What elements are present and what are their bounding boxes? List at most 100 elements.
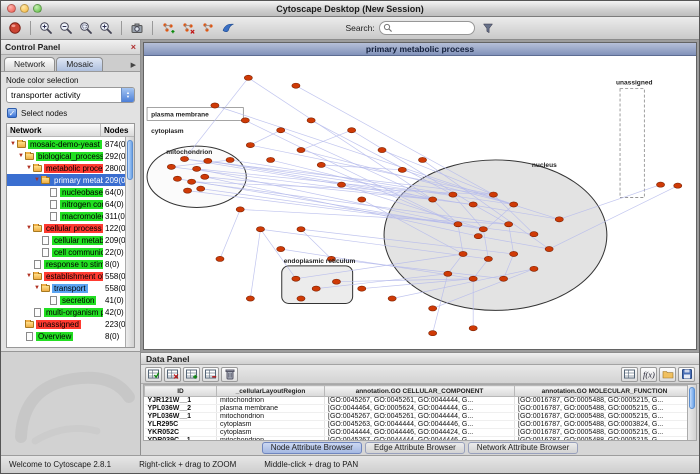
tree-item-cell-communicat[interactable]: cell communicat22(0) <box>7 246 134 258</box>
zoom-in-icon[interactable] <box>37 19 55 37</box>
table-cell[interactable]: YPL036W__1 <box>145 413 217 421</box>
table-cell[interactable]: mitochondrion <box>217 437 325 442</box>
table-cell[interactable]: [GO:0044444, GO:0044446, GO:0044424, G..… <box>325 429 515 437</box>
tree-item-cellular-metabo[interactable]: cellular metabo209(0) <box>7 234 134 246</box>
table-row[interactable]: YPL036W__2plasma membrane[GO:0044464, GO… <box>145 405 695 413</box>
network-node[interactable] <box>429 197 437 202</box>
expand-arrow-icon[interactable]: ▼ <box>25 273 33 279</box>
network-node[interactable] <box>188 179 196 184</box>
tree-item-transport[interactable]: ▼transport558(0) <box>7 282 134 294</box>
select-all-attributes-icon[interactable] <box>145 367 162 382</box>
network-node[interactable] <box>204 158 212 163</box>
table-cell[interactable]: plasma membrane <box>217 405 325 413</box>
table-cell[interactable]: mitochondrion <box>217 397 325 405</box>
table-cell[interactable]: [GO:0016787, GO:0005488, GO:0005215, G..… <box>515 397 695 405</box>
network-node[interactable] <box>173 176 181 181</box>
snapshot-icon[interactable] <box>128 19 146 37</box>
network-edge[interactable] <box>301 130 352 150</box>
expand-arrow-icon[interactable]: ▼ <box>9 141 17 147</box>
network-edge[interactable] <box>250 130 280 145</box>
network-node[interactable] <box>505 222 513 227</box>
network-node[interactable] <box>479 227 487 232</box>
column-header-cellularlayoutregion[interactable]: _cellularLayoutRegion <box>217 386 325 397</box>
tree-header-nodes[interactable]: Nodes <box>101 126 128 135</box>
tab-network[interactable]: Network <box>4 57 55 71</box>
filter-icon[interactable] <box>479 19 497 37</box>
network-node[interactable] <box>530 266 538 271</box>
network-node[interactable] <box>459 251 467 256</box>
tab-edge-attribute-browser[interactable]: Edge Attribute Browser <box>365 442 465 454</box>
tree-item-primary-metab[interactable]: ▼primary metab209(0) <box>7 174 134 186</box>
network-node[interactable] <box>226 157 234 162</box>
tab-node-attribute-browser[interactable]: Node Attribute Browser <box>262 442 362 454</box>
tree-item-response-to-stimul[interactable]: response to stimul8(0) <box>7 258 134 270</box>
expand-arrow-icon[interactable]: ▼ <box>33 285 41 291</box>
table-cell[interactable]: mitochondrion <box>217 413 325 421</box>
formula-builder-icon[interactable]: f(x) <box>640 367 657 382</box>
table-cell[interactable]: [GO:0016787, GO:0005488, GO:0005215, G..… <box>515 405 695 413</box>
network-node[interactable] <box>388 296 396 301</box>
network-node[interactable] <box>674 183 682 188</box>
zoom-fit-icon[interactable] <box>97 19 115 37</box>
delete-attribute-icon[interactable] <box>202 367 219 382</box>
network-node[interactable] <box>484 256 492 261</box>
network-node[interactable] <box>429 306 437 311</box>
destroy-view-icon[interactable] <box>179 19 197 37</box>
network-edge[interactable] <box>260 229 295 278</box>
network-node[interactable] <box>292 83 300 88</box>
network-node[interactable] <box>358 286 366 291</box>
network-node[interactable] <box>277 246 285 251</box>
import-attributes-icon[interactable] <box>659 367 676 382</box>
tree-item-macromolecule[interactable]: macromolecule311(0) <box>7 210 134 222</box>
table-cell[interactable]: [GO:0045267, GO:0045261, GO:0044444, G..… <box>325 397 515 405</box>
table-row[interactable]: YLR295Ccytoplasm[GO:0045263, GO:0044444,… <box>145 421 695 429</box>
expand-arrow-icon[interactable]: ▼ <box>33 177 41 183</box>
trash-icon[interactable] <box>221 367 238 382</box>
network-node[interactable] <box>297 227 305 232</box>
network-node[interactable] <box>418 157 426 162</box>
table-scrollbar-thumb[interactable] <box>689 387 695 409</box>
table-cell[interactable]: YPL036W__2 <box>145 405 217 413</box>
expand-arrow-icon[interactable]: ▼ <box>25 165 33 171</box>
vizmapper-icon[interactable] <box>219 19 237 37</box>
network-node[interactable] <box>378 147 386 152</box>
minimize-window-button[interactable] <box>20 4 29 13</box>
network-edge[interactable] <box>215 105 514 204</box>
network-node[interactable] <box>510 251 518 256</box>
titlebar[interactable]: Cytoscape Desktop (New Session) <box>1 1 699 17</box>
network-node[interactable] <box>555 217 563 222</box>
table-row[interactable]: YJR121W__1mitochondrion[GO:0045267, GO:0… <box>145 397 695 405</box>
tree-item-secretion[interactable]: secretion41(0) <box>7 294 134 306</box>
network-node[interactable] <box>530 232 538 237</box>
expand-arrow-icon[interactable]: ▼ <box>17 153 25 159</box>
tab-network-attribute-browser[interactable]: Network Attribute Browser <box>468 442 578 454</box>
table-row[interactable]: YDR039C__1mitochondrion[GO:0045267, GO:0… <box>145 437 695 442</box>
network-node[interactable] <box>474 234 482 239</box>
tree-item-mosaic-demo-yeast[interactable]: ▼mosaic-demo-yeast874(0) <box>7 138 134 150</box>
tree-item-unassigned[interactable]: unassigned223(0) <box>7 318 134 330</box>
tree-header-network[interactable]: Network <box>7 124 101 136</box>
create-view-icon[interactable] <box>159 19 177 37</box>
table-cell[interactable]: YKR052C <box>145 429 217 437</box>
network-node[interactable] <box>241 118 249 123</box>
search-field[interactable] <box>379 21 475 35</box>
network-node[interactable] <box>167 164 175 169</box>
column-header-annotation-go-cellular-component[interactable]: annotation.GO CELLULAR_COMPONENT <box>325 386 515 397</box>
select-nodes-checkbox[interactable]: ✓ <box>7 108 17 118</box>
table-cell[interactable]: [GO:0016787, GO:0005488, GO:0003824, G..… <box>515 421 695 429</box>
table-row[interactable]: YKR052Ccytoplasm[GO:0044444, GO:0044446,… <box>145 429 695 437</box>
network-node[interactable] <box>312 286 320 291</box>
tree-item-multi-organism-pro[interactable]: multi-organism pro42(0) <box>7 306 134 318</box>
search-input[interactable] <box>393 24 470 33</box>
network-node[interactable] <box>246 143 254 148</box>
network-node[interactable] <box>500 276 508 281</box>
network-node[interactable] <box>256 227 264 232</box>
table-cell[interactable]: [GO:0016787, GO:0005488, GO:0005215, G..… <box>515 437 695 442</box>
network-node[interactable] <box>307 118 315 123</box>
column-header-id[interactable]: ID <box>145 386 217 397</box>
network-node[interactable] <box>429 331 437 336</box>
network-canvas[interactable]: plasma membranecytoplasmmitochondrionnuc… <box>144 56 696 349</box>
network-node[interactable] <box>267 157 275 162</box>
network-node[interactable] <box>244 75 252 80</box>
tab-scroll-right-icon[interactable]: ▶ <box>131 61 140 71</box>
